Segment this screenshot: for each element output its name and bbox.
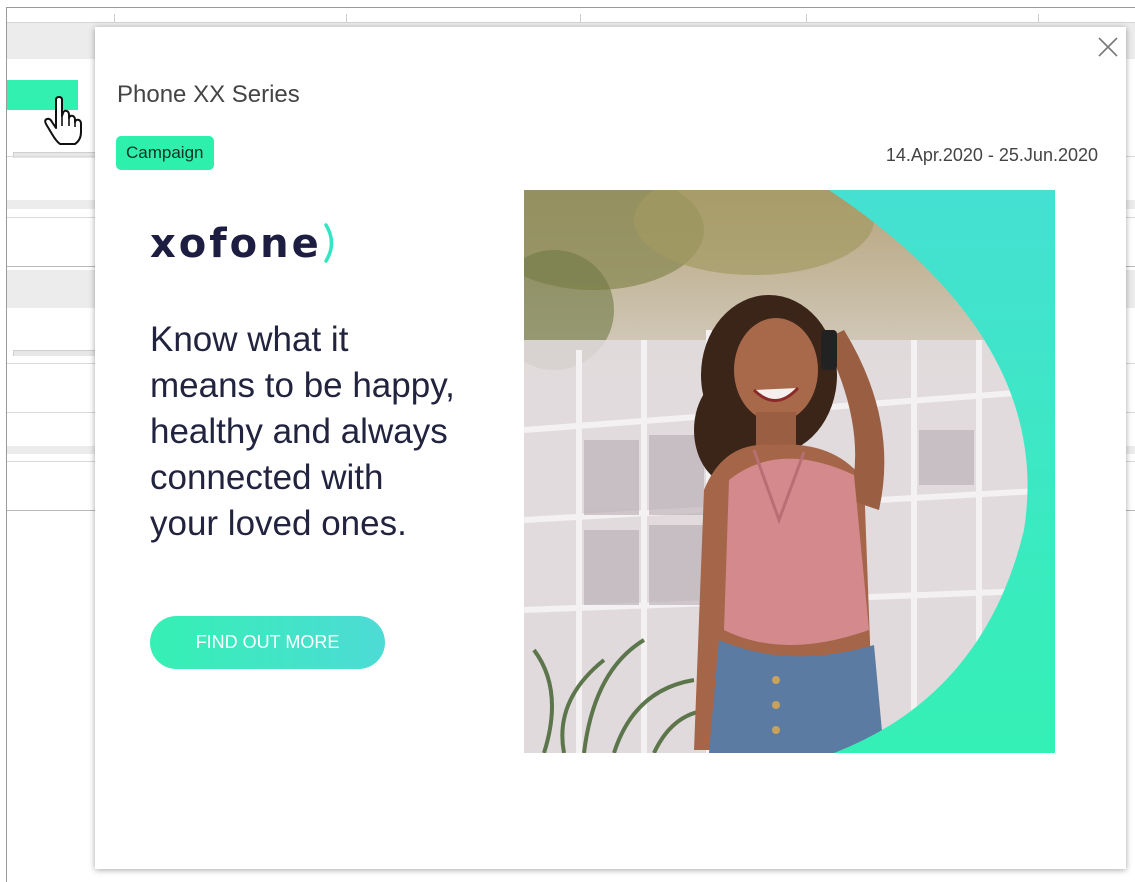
lane-chip — [13, 152, 104, 158]
close-icon — [1098, 37, 1118, 57]
timeline-tick — [1038, 14, 1039, 22]
lane-chip — [13, 350, 104, 356]
close-button[interactable] — [1096, 35, 1120, 59]
brand-arc-icon — [324, 223, 334, 263]
campaign-tag: Campaign — [116, 136, 214, 170]
campaign-popup: Phone XX Series Campaign 14.Apr.2020 - 2… — [95, 27, 1126, 869]
brand-logo: xofone — [150, 221, 338, 267]
timeline-tick — [114, 14, 115, 22]
ad-headline: Know what it means to be happy, healthy … — [150, 317, 490, 547]
find-out-more-button[interactable]: FIND OUT MORE — [150, 616, 385, 669]
brand-name: xofone — [150, 221, 322, 267]
headline-line: means to be happy, — [150, 366, 455, 405]
headline-line: connected with — [150, 458, 384, 497]
timeline-tick — [806, 14, 807, 22]
woman-on-phone-image — [524, 190, 1055, 753]
campaign-dates: 14.Apr.2020 - 25.Jun.2020 — [885, 145, 1098, 165]
timeline-tick — [580, 14, 581, 22]
headline-line: Know what it — [150, 320, 349, 359]
timeline-view: Phone XX Series Campaign 14.Apr.2020 - 2… — [0, 0, 1135, 882]
timeline-header — [7, 8, 1135, 23]
headline-line: your loved ones. — [150, 504, 407, 543]
ad-photo — [524, 190, 1055, 753]
timeline-tick — [346, 14, 347, 22]
headline-line: healthy and always — [150, 412, 448, 451]
popup-title: Phone XX Series — [117, 81, 300, 108]
hand-cursor-icon — [44, 96, 82, 145]
